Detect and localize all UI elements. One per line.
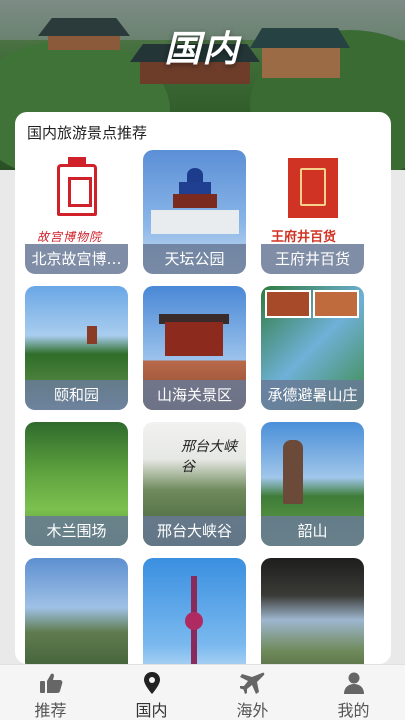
attraction-label: 王府井百货: [261, 244, 364, 274]
attraction-card[interactable]: 故宫博物院 北京故宫博…: [25, 150, 128, 274]
temple-top: [187, 168, 203, 182]
temple-base: [151, 210, 239, 234]
temple-mid: [179, 182, 211, 194]
tab-label: 推荐: [34, 701, 67, 720]
statue: [283, 440, 303, 504]
attraction-label: 颐和园: [25, 380, 128, 410]
attraction-card[interactable]: 邢台大峡谷 邢台大峡谷: [143, 422, 246, 546]
airplane-icon: [239, 672, 264, 694]
tv-tower-sphere: [185, 612, 203, 630]
attraction-image: [143, 558, 246, 664]
page-title: 国内: [164, 29, 241, 70]
logo-text: 王府井百货: [271, 230, 337, 245]
attraction-image: [261, 558, 364, 664]
location-pin-icon: [143, 672, 160, 694]
attraction-label: 山海关景区: [143, 380, 246, 410]
thumbs-up-icon: [39, 673, 62, 693]
tab-overseas[interactable]: 海外: [202, 665, 303, 720]
attraction-card[interactable]: 王府井百货 王府井百货: [261, 150, 364, 274]
tab-domestic[interactable]: 国内: [101, 665, 202, 720]
attraction-card[interactable]: 韶山: [261, 422, 364, 546]
tab-mine[interactable]: 我的: [303, 665, 404, 720]
tab-label: 我的: [337, 701, 370, 720]
attraction-card[interactable]: 承德避暑山庄: [261, 286, 364, 410]
photo-tile: [313, 290, 359, 318]
tab-label: 国内: [135, 701, 168, 720]
attraction-image: [25, 558, 128, 664]
section-title: 国内旅游景点推荐: [27, 124, 148, 142]
person-icon: [343, 672, 364, 694]
photo-tile: [265, 290, 311, 318]
attraction-card[interactable]: [261, 558, 364, 664]
attraction-label: 北京故宫博…: [25, 244, 128, 274]
attraction-label: 天坛公园: [143, 244, 246, 274]
logo-script: 故宫博物院: [37, 230, 103, 244]
attraction-card[interactable]: [25, 558, 128, 664]
bottom-tab-bar: 推荐 国内 海外 我的: [0, 664, 405, 720]
temple-body: [173, 194, 217, 208]
attraction-card[interactable]: 天坛公园: [143, 150, 246, 274]
attraction-label: 木兰围场: [25, 516, 128, 546]
attraction-card[interactable]: 颐和园: [25, 286, 128, 410]
wangfujing-logo: [288, 158, 338, 218]
attraction-card[interactable]: 山海关景区: [143, 286, 246, 410]
calligraphy-title: 邢台大峡谷: [181, 439, 237, 475]
gate-tower: [165, 322, 223, 356]
pagoda: [87, 326, 97, 344]
attraction-label: 承德避暑山庄: [261, 380, 364, 410]
attraction-label: 韶山: [261, 516, 364, 546]
tab-recommend[interactable]: 推荐: [0, 665, 101, 720]
palace-museum-seal-logo: [57, 157, 97, 216]
attraction-card[interactable]: 木兰围场: [25, 422, 128, 546]
tab-label: 海外: [236, 701, 269, 720]
attraction-label: 邢台大峡谷: [143, 516, 246, 546]
attraction-card[interactable]: [143, 558, 246, 664]
recommendation-panel: 国内旅游景点推荐 故宫博物院 北京故宫博… 天坛公园 王府井百货 王府井百货 颐…: [15, 112, 391, 664]
